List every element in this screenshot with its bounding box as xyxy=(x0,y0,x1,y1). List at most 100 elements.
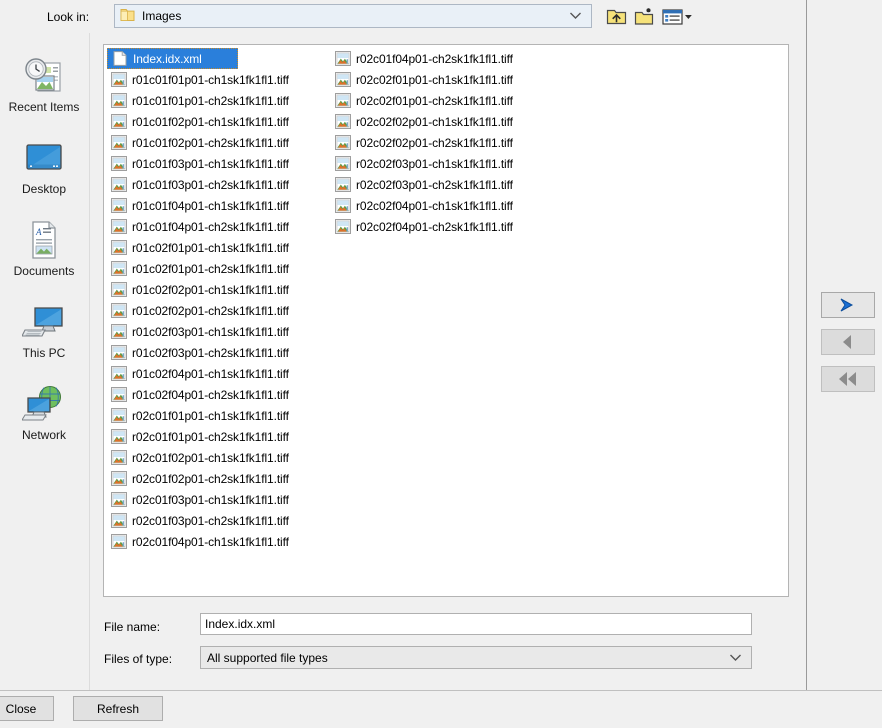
file-list-item[interactable]: r02c01f04p01-ch1sk1fk1fl1.tiff xyxy=(107,531,331,552)
file-list-item[interactable]: r01c01f01p01-ch1sk1fk1fl1.tiff xyxy=(107,69,331,90)
file-list-item[interactable]: r01c02f03p01-ch1sk1fk1fl1.tiff xyxy=(107,321,331,342)
files-of-type-select[interactable]: All supported file types xyxy=(200,646,752,669)
file-name-label: File name: xyxy=(104,620,161,634)
image-file-icon xyxy=(111,513,127,528)
remove-button[interactable] xyxy=(821,329,875,355)
image-file-icon xyxy=(111,492,127,507)
file-list-item[interactable]: r01c02f04p01-ch2sk1fk1fl1.tiff xyxy=(107,384,331,405)
folder-icon xyxy=(120,8,135,25)
refresh-button[interactable]: Refresh xyxy=(73,696,163,721)
this-pc-icon xyxy=(0,299,88,345)
file-list-item[interactable]: r02c01f03p01-ch2sk1fk1fl1.tiff xyxy=(107,510,331,531)
lookin-value: Images xyxy=(142,9,182,23)
place-desktop[interactable]: Desktop xyxy=(0,135,88,196)
file-open-dialog: Look in: Images Recent Items Desktop A D… xyxy=(0,0,882,728)
file-list-item-label: r01c02f01p01-ch2sk1fk1fl1.tiff xyxy=(132,261,289,276)
remove-all-button[interactable] xyxy=(821,366,875,392)
file-list-item-label: r02c02f02p01-ch1sk1fk1fl1.tiff xyxy=(356,114,513,129)
right-panel xyxy=(811,0,882,690)
file-list-item-label: r02c01f01p01-ch1sk1fk1fl1.tiff xyxy=(132,408,289,423)
file-list-item-label: r02c01f04p01-ch2sk1fk1fl1.tiff xyxy=(356,51,513,66)
file-list-item[interactable]: r01c02f02p01-ch1sk1fk1fl1.tiff xyxy=(107,279,331,300)
image-file-icon xyxy=(111,135,127,150)
file-list-item[interactable]: Index.idx.xml xyxy=(107,48,238,69)
image-file-icon xyxy=(335,156,351,171)
file-list-item-label: r02c02f03p01-ch2sk1fk1fl1.tiff xyxy=(356,177,513,192)
file-list[interactable]: Index.idx.xml r01c01f01p01-ch1sk1fk1fl1.t… xyxy=(103,44,789,597)
lookin-combobox[interactable]: Images xyxy=(114,4,592,28)
file-list-item[interactable]: r02c01f02p01-ch2sk1fk1fl1.tiff xyxy=(107,468,331,489)
file-list-item-label: r01c01f01p01-ch1sk1fk1fl1.tiff xyxy=(132,72,289,87)
place-network[interactable]: Network xyxy=(0,381,88,442)
image-file-icon xyxy=(335,135,351,150)
file-list-item-label: Index.idx.xml xyxy=(133,51,202,66)
file-list-item-label: r02c02f01p01-ch2sk1fk1fl1.tiff xyxy=(356,93,513,108)
files-of-type-label: Files of type: xyxy=(104,652,173,666)
xml-file-icon xyxy=(112,51,128,66)
file-list-item[interactable]: r01c01f03p01-ch1sk1fk1fl1.tiff xyxy=(107,153,331,174)
file-list-item-label: r02c02f04p01-ch1sk1fk1fl1.tiff xyxy=(356,198,513,213)
image-file-icon xyxy=(111,345,127,360)
file-list-item-label: r01c01f02p01-ch2sk1fk1fl1.tiff xyxy=(132,135,289,150)
file-list-item[interactable]: r01c01f04p01-ch2sk1fk1fl1.tiff xyxy=(107,216,331,237)
file-list-item[interactable]: r01c02f03p01-ch2sk1fk1fl1.tiff xyxy=(107,342,331,363)
file-list-item[interactable]: r02c01f04p01-ch2sk1fk1fl1.tiff xyxy=(331,48,557,69)
file-list-item[interactable]: r01c02f01p01-ch2sk1fk1fl1.tiff xyxy=(107,258,331,279)
up-one-level-button[interactable] xyxy=(604,4,628,28)
file-list-item[interactable]: r02c02f04p01-ch2sk1fk1fl1.tiff xyxy=(331,216,557,237)
place-label: Network xyxy=(21,428,66,442)
file-list-item[interactable]: r02c02f02p01-ch1sk1fk1fl1.tiff xyxy=(331,111,557,132)
file-list-item[interactable]: r02c02f01p01-ch2sk1fk1fl1.tiff xyxy=(331,90,557,111)
image-file-icon xyxy=(111,429,127,444)
file-list-item[interactable]: r01c02f04p01-ch1sk1fk1fl1.tiff xyxy=(107,363,331,384)
image-file-icon xyxy=(111,219,127,234)
close-button[interactable]: Close xyxy=(0,696,54,721)
file-list-item-label: r02c02f02p01-ch2sk1fk1fl1.tiff xyxy=(356,135,513,150)
place-label: Desktop xyxy=(21,182,67,196)
file-list-item[interactable]: r02c01f03p01-ch1sk1fk1fl1.tiff xyxy=(107,489,331,510)
file-list-item-label: r01c01f04p01-ch2sk1fk1fl1.tiff xyxy=(132,219,289,234)
file-list-item[interactable]: r01c02f02p01-ch2sk1fk1fl1.tiff xyxy=(107,300,331,321)
file-list-item[interactable]: r01c01f01p01-ch2sk1fk1fl1.tiff xyxy=(107,90,331,111)
place-this-pc[interactable]: This PC xyxy=(0,299,88,360)
image-file-icon xyxy=(335,198,351,213)
file-list-item[interactable]: r02c02f02p01-ch2sk1fk1fl1.tiff xyxy=(331,132,557,153)
file-list-item-label: r01c02f04p01-ch1sk1fk1fl1.tiff xyxy=(132,366,289,381)
file-list-item[interactable]: r01c01f03p01-ch2sk1fk1fl1.tiff xyxy=(107,174,331,195)
place-documents[interactable]: A Documents xyxy=(0,217,88,278)
file-list-item-label: r01c02f04p01-ch2sk1fk1fl1.tiff xyxy=(132,387,289,402)
file-list-item[interactable]: r02c01f01p01-ch2sk1fk1fl1.tiff xyxy=(107,426,331,447)
image-file-icon xyxy=(111,261,127,276)
file-list-item-label: r01c01f01p01-ch2sk1fk1fl1.tiff xyxy=(132,93,289,108)
file-list-item[interactable]: r02c02f01p01-ch1sk1fk1fl1.tiff xyxy=(331,69,557,90)
file-list-item[interactable]: r02c01f01p01-ch1sk1fk1fl1.tiff xyxy=(107,405,331,426)
create-new-folder-button[interactable] xyxy=(633,4,657,28)
image-file-icon xyxy=(111,408,127,423)
image-file-icon xyxy=(111,177,127,192)
views-button[interactable] xyxy=(661,4,693,28)
file-list-item[interactable]: r01c01f04p01-ch1sk1fk1fl1.tiff xyxy=(107,195,331,216)
chevron-down-icon xyxy=(729,651,742,665)
image-file-icon xyxy=(111,303,127,318)
place-label: This PC xyxy=(22,346,66,360)
file-name-input[interactable] xyxy=(200,613,752,635)
file-list-item[interactable]: r01c01f02p01-ch1sk1fk1fl1.tiff xyxy=(107,111,331,132)
file-list-item[interactable]: r02c02f04p01-ch1sk1fk1fl1.tiff xyxy=(331,195,557,216)
add-button[interactable] xyxy=(821,292,875,318)
file-list-item[interactable]: r02c02f03p01-ch2sk1fk1fl1.tiff xyxy=(331,174,557,195)
image-file-icon xyxy=(335,219,351,234)
file-list-item[interactable]: r02c02f03p01-ch1sk1fk1fl1.tiff xyxy=(331,153,557,174)
file-list-item-label: r01c02f01p01-ch1sk1fk1fl1.tiff xyxy=(132,240,289,255)
file-list-item-label: r02c01f03p01-ch2sk1fk1fl1.tiff xyxy=(132,513,289,528)
file-list-item[interactable]: r02c01f02p01-ch1sk1fk1fl1.tiff xyxy=(107,447,331,468)
recent-items-icon xyxy=(0,53,88,99)
place-recent-items[interactable]: Recent Items xyxy=(0,53,88,114)
file-list-item[interactable]: r01c02f01p01-ch1sk1fk1fl1.tiff xyxy=(107,237,331,258)
places-bar: Recent Items Desktop A Documents This PC… xyxy=(0,33,90,690)
image-file-icon xyxy=(111,534,127,549)
image-file-icon xyxy=(111,240,127,255)
file-list-item[interactable]: r01c01f02p01-ch2sk1fk1fl1.tiff xyxy=(107,132,331,153)
image-file-icon xyxy=(335,51,351,66)
image-file-icon xyxy=(111,387,127,402)
files-of-type-value: All supported file types xyxy=(207,650,328,665)
